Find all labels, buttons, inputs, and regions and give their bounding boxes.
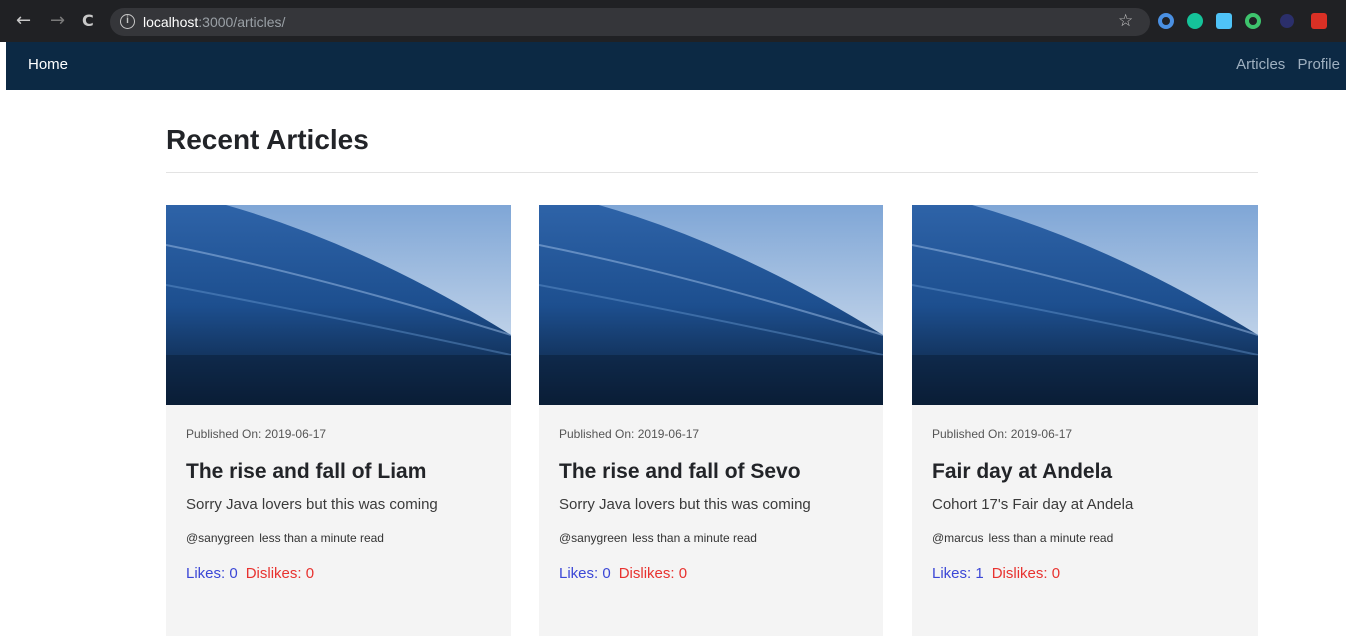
- read-time: less than a minute read: [632, 531, 757, 545]
- nav-links: Articles Profile: [1228, 56, 1340, 73]
- article-description: Cohort 17's Fair day at Andela: [932, 496, 1134, 513]
- navbar: Home Articles Profile: [6, 42, 1346, 90]
- extension-grammarly-icon[interactable]: [1187, 13, 1203, 29]
- forward-arrow-icon[interactable]: →: [50, 10, 65, 32]
- extension-ring-icon[interactable]: [1158, 13, 1174, 29]
- reaction-stats: Likes: 0 Dislikes: 0: [186, 565, 499, 582]
- nav-articles-link[interactable]: Articles: [1236, 56, 1285, 73]
- read-time: less than a minute read: [259, 531, 384, 545]
- url-text[interactable]: localhost:3000/articles/: [143, 14, 285, 30]
- article-card[interactable]: Published On: 2019-06-17 The rise and fa…: [539, 205, 883, 636]
- dislikes-count[interactable]: Dislikes: 0: [246, 565, 314, 582]
- author-handle: @marcus: [932, 531, 984, 545]
- read-time: less than a minute read: [988, 531, 1114, 545]
- nav-home-link[interactable]: Home: [28, 56, 68, 73]
- url-host: localhost: [143, 14, 199, 30]
- article-title[interactable]: The rise and fall of Sevo: [559, 460, 871, 484]
- article-cover-image[interactable]: [539, 205, 883, 405]
- article-meta: @sanygreen less than a minute read: [559, 531, 871, 545]
- card-body: Published On: 2019-06-17 Fair day at And…: [932, 427, 1246, 582]
- extension-dark-icon[interactable]: [1280, 14, 1294, 28]
- author-handle: @sanygreen: [186, 531, 255, 545]
- likes-count[interactable]: Likes: 0: [186, 565, 238, 582]
- url-path: :3000/articles/: [198, 14, 286, 30]
- info-icon[interactable]: i: [120, 14, 135, 29]
- dislikes-count[interactable]: Dislikes: 0: [619, 565, 687, 582]
- published-date: Published On: 2019-06-17: [932, 427, 1073, 441]
- article-title[interactable]: The rise and fall of Liam: [186, 460, 499, 484]
- card-body: Published On: 2019-06-17 The rise and fa…: [186, 427, 499, 582]
- likes-count[interactable]: Likes: 0: [559, 565, 611, 582]
- address-bar[interactable]: i localhost:3000/articles/ ☆: [110, 8, 1150, 36]
- article-description: Sorry Java lovers but this was coming: [559, 496, 811, 513]
- nav-profile-link[interactable]: Profile: [1297, 56, 1340, 73]
- back-arrow-icon[interactable]: ←: [16, 10, 31, 32]
- extension-screenshot-icon[interactable]: [1216, 13, 1232, 29]
- dislikes-count[interactable]: Dislikes: 0: [992, 565, 1060, 582]
- article-description: Sorry Java lovers but this was coming: [186, 496, 438, 513]
- published-date: Published On: 2019-06-17: [559, 427, 700, 441]
- browser-toolbar: ← → C i localhost:3000/articles/ ☆: [0, 0, 1346, 42]
- article-card[interactable]: Published On: 2019-06-17 Fair day at And…: [912, 205, 1258, 636]
- published-date: Published On: 2019-06-17: [186, 427, 327, 441]
- extension-target-icon[interactable]: [1245, 13, 1261, 29]
- article-title[interactable]: Fair day at Andela: [932, 460, 1246, 484]
- article-meta: @sanygreen less than a minute read: [186, 531, 499, 545]
- reaction-stats: Likes: 1 Dislikes: 0: [932, 565, 1246, 582]
- article-card[interactable]: Published On: 2019-06-17 The rise and fa…: [166, 205, 511, 636]
- extension-red-icon[interactable]: [1311, 13, 1327, 29]
- author-handle: @sanygreen: [559, 531, 628, 545]
- page-title: Recent Articles: [166, 124, 369, 155]
- reaction-stats: Likes: 0 Dislikes: 0: [559, 565, 871, 582]
- article-meta: @marcus less than a minute read: [932, 531, 1246, 545]
- reload-icon[interactable]: C: [82, 10, 94, 32]
- bookmark-star-icon[interactable]: ☆: [1118, 11, 1133, 31]
- card-body: Published On: 2019-06-17 The rise and fa…: [559, 427, 871, 582]
- article-cover-image[interactable]: [912, 205, 1258, 405]
- article-cover-image[interactable]: [166, 205, 511, 405]
- likes-count[interactable]: Likes: 1: [932, 565, 984, 582]
- title-divider: [166, 172, 1258, 173]
